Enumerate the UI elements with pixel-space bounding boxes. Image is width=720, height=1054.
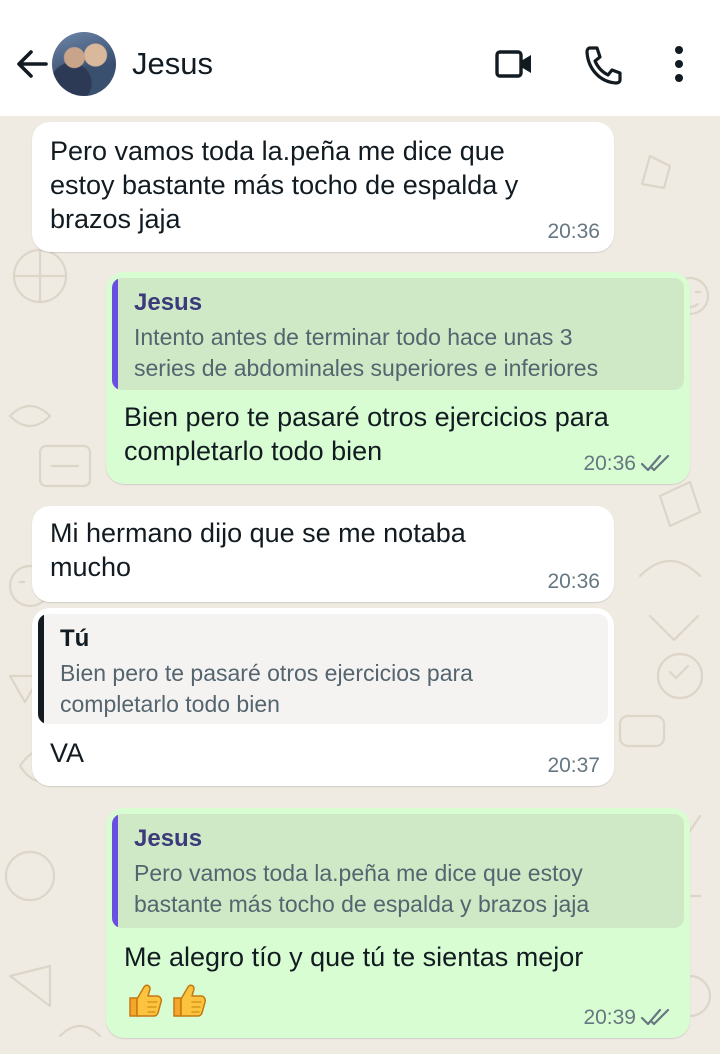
incoming-message[interactable]: Tú Bien pero te pasaré otros ejercicios … <box>32 608 614 786</box>
message-text: Mi hermano dijo que se me notaba mucho <box>50 518 466 582</box>
back-arrow-icon[interactable] <box>12 44 50 84</box>
quote-accent-bar <box>112 814 118 928</box>
avatar[interactable] <box>52 32 116 96</box>
message-time: 20:36 <box>583 452 636 475</box>
quote-text: Bien pero te pasaré otros ejercicios par… <box>60 660 473 717</box>
chat-header: Jesus <box>0 0 720 116</box>
contact-name[interactable]: Jesus <box>132 44 213 84</box>
chat-area[interactable]: Pero vamos toda la.peña me dice que esto… <box>0 116 720 1054</box>
double-check-icon <box>640 454 670 472</box>
double-check-icon <box>640 1008 670 1026</box>
phone-call-icon[interactable] <box>582 42 622 86</box>
thumbs-up-icon <box>173 984 206 1017</box>
message-text: Bien pero te pasaré otros ejercicios par… <box>124 402 609 466</box>
incoming-message[interactable]: Pero vamos toda la.peña me dice que esto… <box>32 122 614 252</box>
outgoing-message[interactable]: Jesus Pero vamos toda la.peña me dice qu… <box>106 808 690 1038</box>
message-time: 20:37 <box>547 754 600 777</box>
message-text: Me alegro tío y que tú te sientas mejor <box>124 942 584 972</box>
outgoing-message[interactable]: Jesus Intento antes de terminar todo hac… <box>106 272 690 484</box>
message-time: 20:39 <box>583 1006 636 1029</box>
quote-text: Pero vamos toda la.peña me dice que esto… <box>134 860 590 917</box>
quote-author: Tú <box>60 625 90 652</box>
quote-author: Jesus <box>134 289 203 316</box>
quoted-message[interactable]: Tú Bien pero te pasaré otros ejercicios … <box>38 614 608 724</box>
message-text: VA <box>50 738 85 768</box>
message-text: Pero vamos toda la.peña me dice que esto… <box>50 136 519 234</box>
message-time: 20:36 <box>547 570 600 593</box>
video-call-icon[interactable] <box>492 42 536 86</box>
quoted-message[interactable]: Jesus Intento antes de terminar todo hac… <box>112 278 684 390</box>
emoji-row <box>124 980 208 1020</box>
thumbs-up-icon <box>129 984 162 1017</box>
incoming-message[interactable]: Mi hermano dijo que se me notaba mucho 2… <box>32 506 614 602</box>
message-time: 20:36 <box>547 220 600 243</box>
quote-accent-bar <box>112 278 118 390</box>
quote-accent-bar <box>38 614 44 724</box>
quote-text: Intento antes de terminar todo hace unas… <box>134 324 599 381</box>
more-vert-icon[interactable] <box>664 42 694 86</box>
quoted-message[interactable]: Jesus Pero vamos toda la.peña me dice qu… <box>112 814 684 928</box>
quote-author: Jesus <box>134 825 203 852</box>
